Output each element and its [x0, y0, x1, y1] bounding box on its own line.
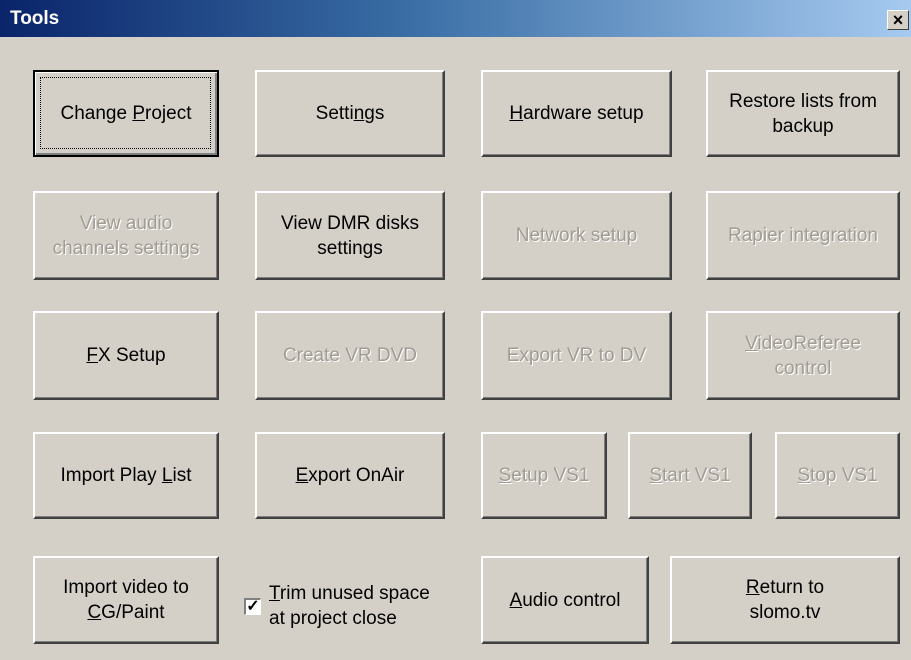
import-video-button[interactable]: Import video to CG/Paint: [33, 556, 219, 644]
return-to-slomo-button[interactable]: Return to slomo.tv: [670, 556, 900, 644]
hardware-setup-label: Hardware setup: [509, 103, 644, 124]
trim-unused-space-option[interactable]: ✓ Trim unused space at project close: [244, 580, 474, 632]
start-vs1-button[interactable]: Start VS1: [628, 432, 752, 519]
rapier-integration-button[interactable]: Rapier integration: [706, 191, 900, 280]
settings-label: Settings: [315, 103, 385, 124]
export-vr-to-dv-label: Export VR to DV: [506, 345, 647, 366]
network-setup-label: Network setup: [515, 225, 638, 246]
setup-vs1-button[interactable]: Setup VS1: [481, 432, 607, 519]
trim-unused-space-label[interactable]: Trim unused space at project close: [269, 581, 430, 631]
network-setup-button[interactable]: Network setup: [481, 191, 672, 280]
export-onair-button[interactable]: Export OnAir: [255, 432, 445, 519]
start-vs1-label: Start VS1: [649, 465, 731, 486]
import-video-label: Import video to CG/Paint: [63, 577, 189, 623]
return-to-slomo-label: Return to slomo.tv: [745, 577, 825, 623]
setup-vs1-label: Setup VS1: [498, 465, 590, 486]
import-play-list-label: Import Play List: [60, 465, 192, 486]
change-project-label: Change Project: [60, 103, 192, 124]
view-dmr-disks-label: View DMR disks settings: [281, 212, 419, 259]
window-title: Tools: [10, 8, 60, 29]
stop-vs1-button[interactable]: Stop VS1: [775, 432, 900, 519]
videoreferee-control-label: VideoReferee control: [745, 332, 861, 379]
settings-button[interactable]: Settings: [255, 70, 445, 157]
fx-setup-label: FX Setup: [86, 345, 166, 366]
trim-unused-space-checkbox[interactable]: ✓: [244, 597, 261, 615]
view-audio-channels-label: View audio channels settings: [52, 212, 200, 259]
create-vr-dvd-button[interactable]: Create VR DVD: [255, 311, 445, 400]
restore-lists-button[interactable]: Restore lists from backup: [706, 70, 900, 157]
audio-control-button[interactable]: Audio control: [481, 556, 649, 644]
title-bar[interactable]: Tools ×: [0, 0, 911, 37]
audio-control-label: Audio control: [509, 589, 621, 611]
rapier-integration-label: Rapier integration: [728, 225, 878, 246]
create-vr-dvd-label: Create VR DVD: [282, 345, 418, 366]
view-dmr-disks-button[interactable]: View DMR disks settings: [255, 191, 445, 280]
export-vr-to-dv-button[interactable]: Export VR to DV: [481, 311, 672, 400]
close-icon[interactable]: ×: [887, 10, 909, 30]
view-audio-channels-button[interactable]: View audio channels settings: [33, 191, 219, 280]
restore-lists-label: Restore lists from backup: [729, 90, 877, 137]
hardware-setup-button[interactable]: Hardware setup: [481, 70, 672, 157]
change-project-button[interactable]: Change Project: [33, 70, 219, 157]
export-onair-label: Export OnAir: [295, 465, 405, 486]
import-play-list-button[interactable]: Import Play List: [33, 432, 219, 519]
tools-dialog: Tools × Change Project Settings Hardware…: [0, 0, 911, 660]
videoreferee-control-button[interactable]: VideoReferee control: [706, 311, 900, 400]
fx-setup-button[interactable]: FX Setup: [33, 311, 219, 400]
stop-vs1-label: Stop VS1: [797, 465, 878, 486]
